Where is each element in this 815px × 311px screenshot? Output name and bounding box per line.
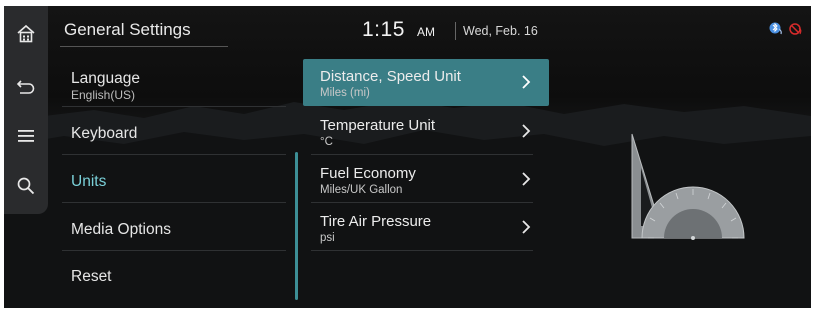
option-value: Miles/UK Gallon <box>320 184 403 196</box>
option-label: Tire Air Pressure <box>320 213 432 230</box>
back-icon <box>16 80 35 94</box>
page-title: General Settings <box>64 20 191 39</box>
side-rail <box>4 6 48 214</box>
divider <box>311 154 533 155</box>
status-icons <box>769 22 802 35</box>
menu-icon <box>18 130 34 142</box>
divider <box>62 250 286 251</box>
menu-item-reset[interactable]: Reset <box>58 252 286 299</box>
divider <box>62 106 286 107</box>
scrollbar[interactable] <box>295 152 298 300</box>
chevron-right-icon <box>522 172 531 186</box>
menu-item-keyboard[interactable]: Keyboard <box>58 108 286 155</box>
option-value: psi <box>320 232 335 244</box>
home-icon <box>17 24 35 43</box>
chevron-right-icon <box>522 75 531 89</box>
menu-item-subtitle: English(US) <box>71 88 136 102</box>
mute-icon <box>789 23 802 35</box>
menu-item-units[interactable]: Units <box>58 156 286 203</box>
search-icon <box>17 177 35 195</box>
divider <box>311 250 533 251</box>
clock-date: Wed, Feb. 16 <box>463 24 538 38</box>
clock-time: 1:15 <box>362 18 405 41</box>
menu-item-label: Language <box>71 70 140 87</box>
option-label: Distance, Speed Unit <box>320 68 461 85</box>
divider <box>311 202 533 203</box>
search-button[interactable] <box>4 164 48 208</box>
menu-item-media-options[interactable]: Media Options <box>58 204 286 251</box>
menu-item-language[interactable]: Language English(US) <box>58 60 286 107</box>
menu-button[interactable] <box>4 114 48 158</box>
title-underline <box>60 46 228 47</box>
option-temperature-unit[interactable]: Temperature Unit °C <box>303 108 549 155</box>
chevron-right-icon <box>522 220 531 234</box>
home-button[interactable] <box>4 12 48 56</box>
divider <box>62 202 286 203</box>
option-tire-air-pressure[interactable]: Tire Air Pressure psi <box>303 204 549 251</box>
option-distance-speed-unit[interactable]: Distance, Speed Unit Miles (mi) <box>303 59 549 106</box>
option-value: °C <box>320 136 333 148</box>
clock-ampm: AM <box>417 25 435 39</box>
option-value: Miles (mi) <box>320 87 370 99</box>
bluetooth-phone-icon <box>769 22 782 35</box>
back-button[interactable] <box>4 64 48 108</box>
ruler-protractor-icon <box>631 133 745 240</box>
clock-divider <box>455 22 456 40</box>
option-fuel-economy[interactable]: Fuel Economy Miles/UK Gallon <box>303 156 549 203</box>
menu-item-label: Units <box>71 173 107 190</box>
option-label: Temperature Unit <box>320 117 436 134</box>
menu-item-label: Reset <box>71 268 112 285</box>
chevron-right-icon <box>522 124 531 138</box>
option-label: Fuel Economy <box>320 165 416 182</box>
menu-item-label: Keyboard <box>71 125 138 142</box>
divider <box>62 154 286 155</box>
menu-item-label: Media Options <box>71 221 171 238</box>
